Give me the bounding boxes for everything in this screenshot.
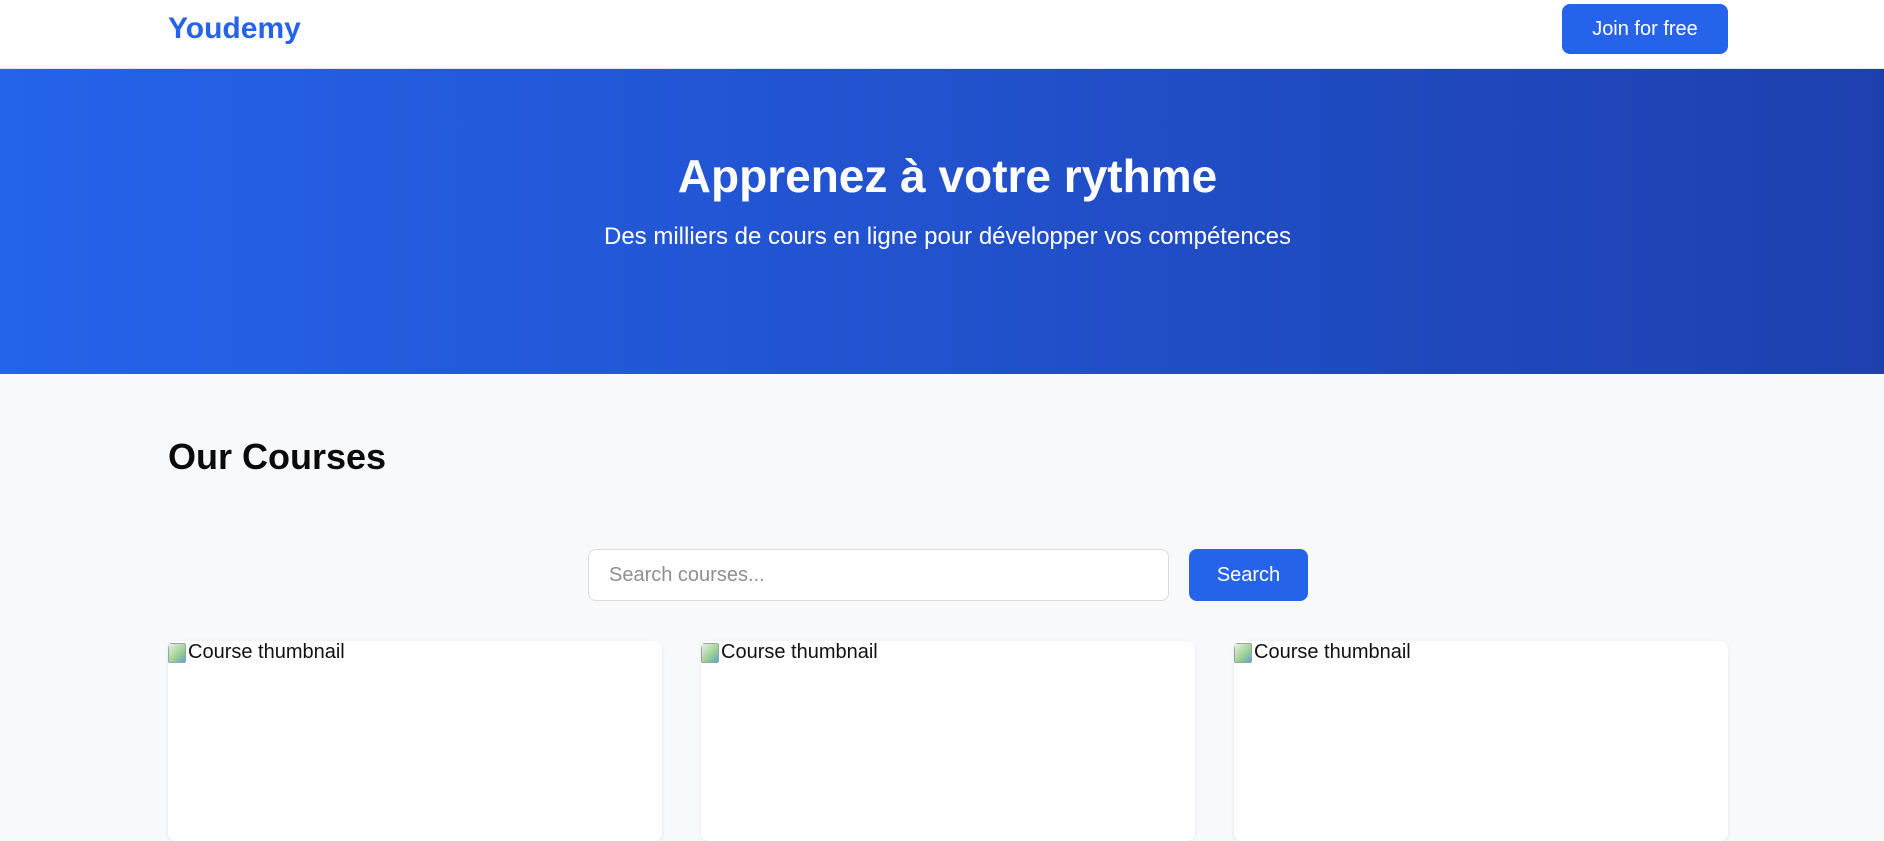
hero-subtitle: Des milliers de cours en ligne pour déve… (603, 223, 1292, 250)
broken-image-icon (1234, 643, 1252, 663)
course-thumbnail: Course thumbnail (1234, 641, 1411, 664)
course-thumbnail-alt: Course thumbnail (188, 641, 345, 663)
course-card[interactable]: Course thumbnail (168, 641, 662, 841)
course-search-input[interactable] (588, 549, 1169, 601)
broken-image-icon (168, 643, 186, 663)
course-thumbnail-alt: Course thumbnail (1254, 641, 1411, 663)
course-card[interactable]: Course thumbnail (1234, 641, 1728, 841)
broken-image-icon (701, 643, 719, 663)
site-logo[interactable]: Youdemy (168, 12, 301, 46)
hero-banner: Apprenez à votre rythme Des milliers de … (0, 69, 1884, 374)
top-navbar: Youdemy Join for free (0, 0, 1884, 69)
course-card[interactable]: Course thumbnail (701, 641, 1195, 841)
course-thumbnail: Course thumbnail (168, 641, 345, 664)
hero-title: Apprenez à votre rythme (677, 150, 1218, 202)
join-for-free-button[interactable]: Join for free (1562, 4, 1728, 54)
course-thumbnail: Course thumbnail (701, 641, 878, 664)
courses-section-title: Our Courses (168, 436, 387, 477)
search-button[interactable]: Search (1189, 549, 1308, 601)
course-thumbnail-alt: Course thumbnail (721, 641, 878, 663)
